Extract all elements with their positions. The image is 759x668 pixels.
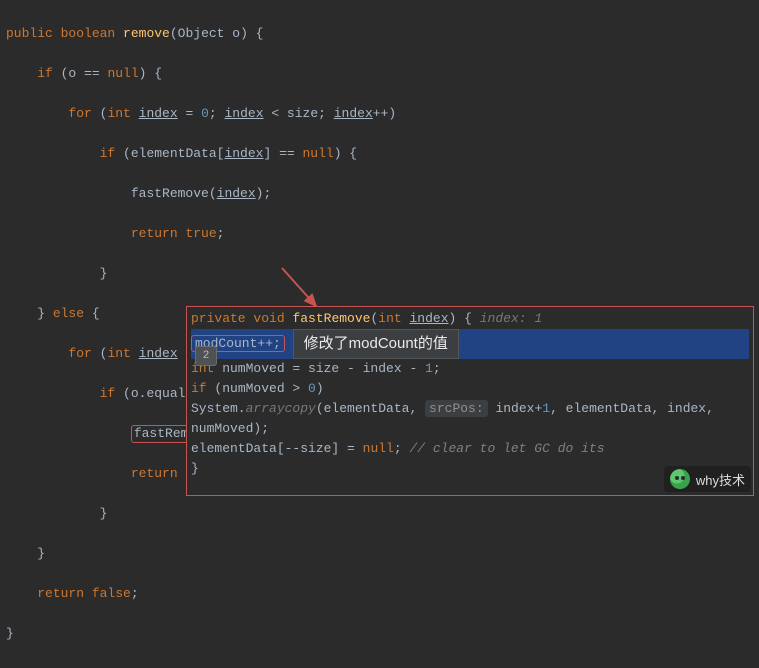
wechat-icon (670, 469, 690, 489)
watermark: why技术 (664, 466, 751, 492)
watermark-text: why技术 (696, 470, 745, 489)
highlighted-line: modCount++; 修改了modCount的值 (191, 329, 749, 359)
param-hint-srcpos: srcPos: (425, 400, 488, 417)
annotation-label: 修改了modCount的值 (293, 329, 459, 359)
gutter-breakpoint-badge[interactable]: 2 (195, 346, 217, 366)
